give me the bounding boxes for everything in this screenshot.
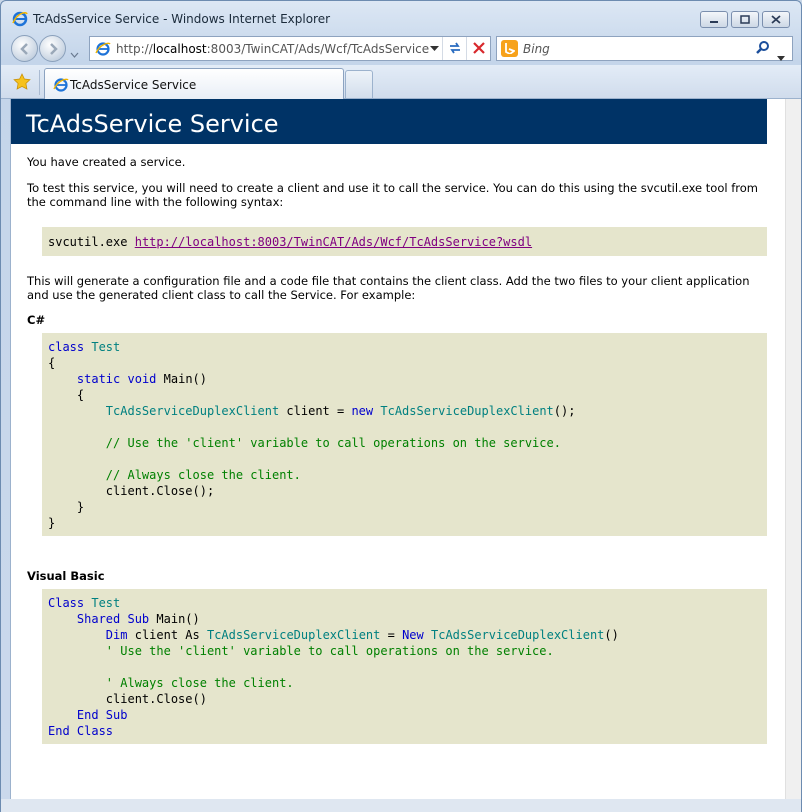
recent-pages-dropdown-icon[interactable] bbox=[70, 43, 79, 62]
tab-page-icon bbox=[53, 77, 69, 93]
vb-label: Visual Basic bbox=[27, 569, 105, 583]
wsdl-link[interactable]: http://localhost:8003/TwinCAT/Ads/Wcf/Tc… bbox=[135, 235, 532, 249]
forward-button[interactable] bbox=[39, 35, 66, 62]
address-bar[interactable]: http://localhost:8003/TwinCAT/Ads/Wcf/Tc… bbox=[89, 36, 491, 61]
page-icon bbox=[95, 41, 111, 57]
title-bar: TcAdsService Service - Windows Internet … bbox=[1, 1, 801, 31]
intro-text: You have created a service. bbox=[27, 155, 186, 169]
close-window-button[interactable] bbox=[762, 11, 790, 28]
status-bar bbox=[1, 799, 801, 812]
stop-icon[interactable] bbox=[466, 37, 490, 60]
page-content: TcAdsService Service You have created a … bbox=[10, 99, 785, 799]
address-url[interactable]: http://localhost:8003/TwinCAT/Ads/Wcf/Tc… bbox=[116, 42, 429, 56]
tab-label: TcAdsService Service bbox=[70, 78, 197, 92]
csharp-code-block: class Test { static void Main() { TcAdsS… bbox=[42, 333, 767, 536]
csharp-label: C# bbox=[27, 313, 46, 327]
tab-tcadsservice[interactable]: TcAdsService Service bbox=[44, 68, 344, 99]
window-title: TcAdsService Service - Windows Internet … bbox=[33, 12, 331, 26]
navigation-bar: http://localhost:8003/TwinCAT/Ads/Wcf/Tc… bbox=[1, 33, 801, 63]
search-icon[interactable] bbox=[755, 40, 771, 60]
ie-logo-icon bbox=[12, 11, 28, 27]
page-heading: TcAdsService Service bbox=[11, 99, 767, 144]
search-box[interactable]: Bing bbox=[496, 36, 793, 61]
address-dropdown-icon[interactable] bbox=[428, 37, 442, 60]
generate-text: This will generate a configuration file … bbox=[27, 274, 750, 302]
search-input[interactable]: Bing bbox=[523, 42, 550, 56]
svcutil-command-box: svcutil.exe http://localhost:8003/TwinCA… bbox=[42, 227, 767, 256]
new-tab-button[interactable] bbox=[345, 70, 373, 98]
browser-window: TcAdsService Service - Windows Internet … bbox=[0, 0, 802, 812]
svcutil-command: svcutil.exe bbox=[48, 235, 128, 249]
favorites-star-icon[interactable] bbox=[13, 73, 31, 95]
minimize-button[interactable] bbox=[700, 11, 728, 28]
tab-row: TcAdsService Service bbox=[1, 65, 801, 99]
instructions-text: To test this service, you will need to c… bbox=[27, 181, 758, 209]
toolbar-divider bbox=[39, 70, 40, 95]
scroll-gutter[interactable] bbox=[785, 99, 801, 799]
bing-icon bbox=[501, 40, 518, 57]
maximize-button[interactable] bbox=[731, 11, 759, 28]
back-button[interactable] bbox=[11, 35, 38, 62]
refresh-icon[interactable] bbox=[442, 37, 466, 60]
search-options-dropdown-icon[interactable] bbox=[777, 46, 785, 65]
vb-code-block: Class Test Shared Sub Main() Dim client … bbox=[42, 589, 767, 744]
